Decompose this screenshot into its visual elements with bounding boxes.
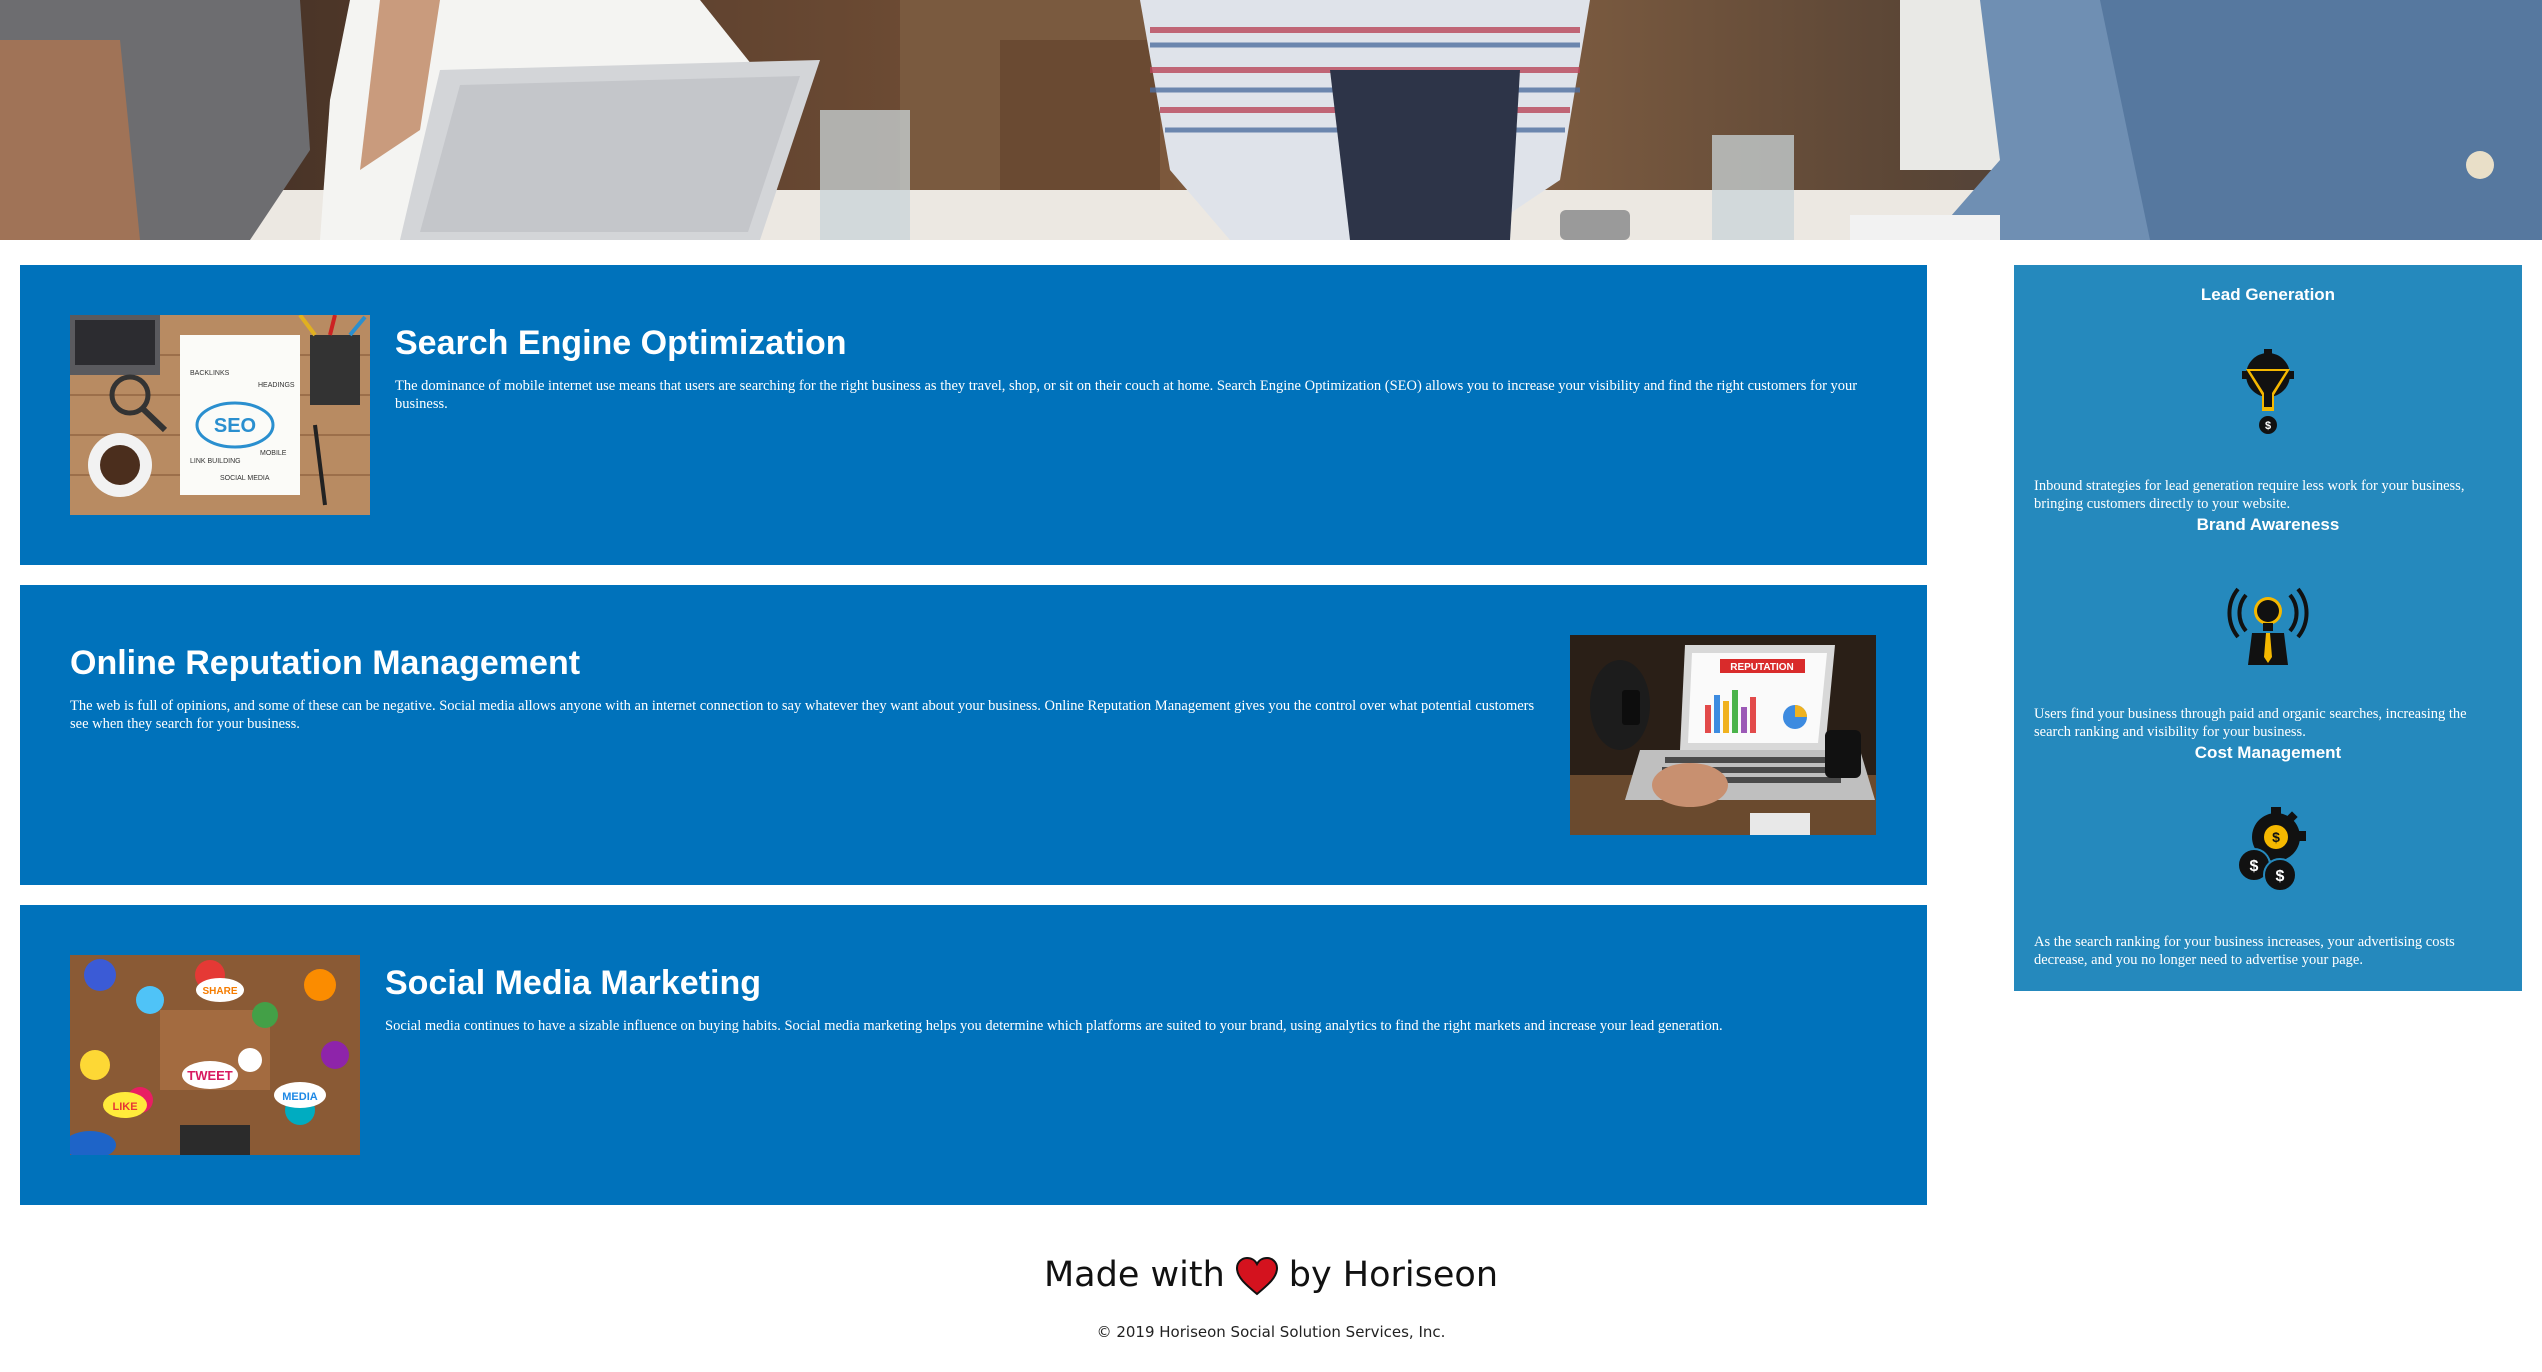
benefit-title: Cost Management xyxy=(2194,743,2342,762)
svg-text:MOBILE: MOBILE xyxy=(260,450,287,457)
svg-text:HEADINGS: HEADINGS xyxy=(258,382,295,389)
service-description: Social media continues to have a sizable… xyxy=(385,1018,1723,1034)
svg-text:$: $ xyxy=(2272,829,2280,845)
benefits-sidebar: Lead Generation $ Inbound strategies for… xyxy=(2014,265,2522,991)
svg-text:SEO: SEO xyxy=(214,415,256,437)
service-card-reputation: Online Reputation Management The web is … xyxy=(20,585,1927,885)
benefit-title: Brand Awareness xyxy=(2196,515,2340,534)
service-title: Online Reputation Management xyxy=(70,644,581,682)
svg-text:TWEET: TWEET xyxy=(187,1068,233,1083)
service-description: The web is full of opinions, and some of… xyxy=(70,698,1535,732)
svg-text:LINK BUILDING: LINK BUILDING xyxy=(190,458,241,465)
benefit-description: Users find your business through paid an… xyxy=(2034,706,2467,740)
footer-title: Made with by Horiseon xyxy=(0,1255,2542,1296)
footer-made-with: Made with xyxy=(1043,1255,1225,1295)
brand-awareness-icon xyxy=(2218,575,2318,675)
benefit-title: Lead Generation xyxy=(2200,285,2336,304)
service-card-seo: SEO BACKLINKS HEADINGS LINK BUILDING MOBIL… xyxy=(20,265,1927,565)
svg-text:$: $ xyxy=(2276,868,2285,885)
seo-image: SEO BACKLINKS HEADINGS LINK BUILDING MOBIL… xyxy=(70,315,370,515)
cost-management-icon: $ $ $ xyxy=(2218,803,2318,903)
svg-text:LIKE: LIKE xyxy=(112,1101,137,1113)
service-title: Social Media Marketing xyxy=(385,964,761,1002)
lead-generation-icon: $ xyxy=(2218,345,2318,445)
benefit-description: Inbound strategies for lead generation r… xyxy=(2034,478,2465,512)
svg-text:SOCIAL MEDIA: SOCIAL MEDIA xyxy=(220,475,270,482)
svg-text:$: $ xyxy=(2265,420,2271,432)
svg-text:BACKLINKS: BACKLINKS xyxy=(190,370,230,377)
service-title: Search Engine Optimization xyxy=(395,324,847,362)
svg-text:MEDIA: MEDIA xyxy=(282,1091,318,1103)
social-media-image: TWEET LIKE MEDIA SHARE xyxy=(70,955,360,1155)
svg-text:SHARE: SHARE xyxy=(202,986,237,997)
service-card-social-media: TWEET LIKE MEDIA SHARE Social Media Mark… xyxy=(20,905,1927,1205)
benefit-description: As the search ranking for your business … xyxy=(2034,934,2455,968)
heart-icon xyxy=(1235,1256,1279,1296)
service-description: The dominance of mobile internet use mea… xyxy=(395,378,1858,412)
svg-text:REPUTATION: REPUTATION xyxy=(1730,662,1794,673)
hero-image xyxy=(0,0,2542,240)
svg-text:$: $ xyxy=(2250,858,2259,875)
footer-by: by Horiseon xyxy=(1288,1255,1499,1295)
reputation-image: REPUTATION xyxy=(1570,635,1876,835)
footer-copyright: © 2019 Horiseon Social Solution Services… xyxy=(1096,1323,1446,1341)
